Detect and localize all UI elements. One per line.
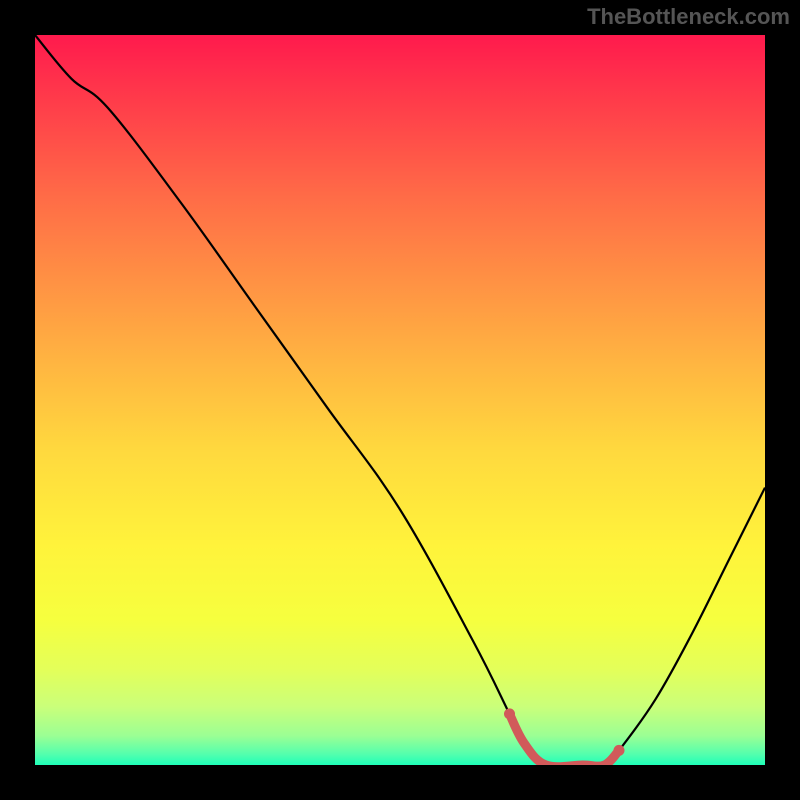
bottleneck-curve [35,35,765,765]
watermark-text: TheBottleneck.com [587,4,790,30]
optimal-range-curve [510,714,620,765]
optimal-range-endpoint [504,708,515,719]
plot-area [35,35,765,765]
optimal-range-endpoint [614,745,625,756]
chart-svg [35,35,765,765]
